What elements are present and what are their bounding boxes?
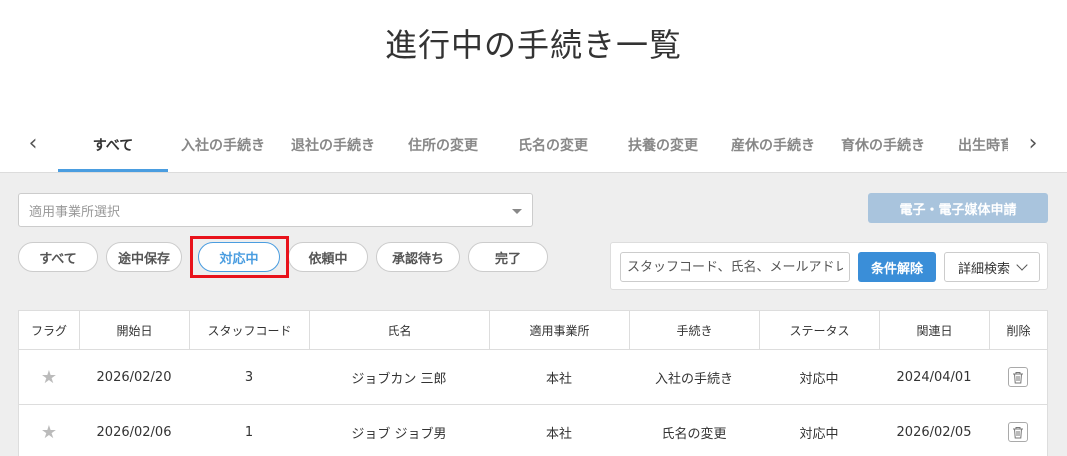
status-filter-all[interactable]: すべて xyxy=(18,242,98,272)
related-date-cell: 2026/02/05 xyxy=(896,424,972,440)
tab-birth-leave[interactable]: 出生時育休 xyxy=(938,118,1008,172)
status-filter-awaiting-approval[interactable]: 承認待ち xyxy=(376,242,460,272)
search-panel: 条件解除 詳細検索 xyxy=(610,242,1048,290)
procedure-cell: 入社の手続き xyxy=(654,371,733,387)
status-filter-requested[interactable]: 依頼中 xyxy=(288,242,368,272)
column-header: 削除 xyxy=(989,311,1047,349)
detail-search-button[interactable]: 詳細検索 xyxy=(944,252,1040,282)
trash-icon[interactable] xyxy=(1008,422,1028,442)
tab-leave[interactable]: 退社の手続き xyxy=(278,118,388,172)
name-cell: ジョブ ジョブ男 xyxy=(351,426,447,442)
column-header[interactable]: 手続き xyxy=(629,311,759,349)
delete-cell xyxy=(989,405,1047,456)
column-header[interactable]: スタッフコード xyxy=(189,311,309,349)
status-cell: 対応中 xyxy=(799,426,839,442)
procedure-table: フラグ 開始日 スタッフコード 氏名 適用事業所 手続き ステータス 関連日 削… xyxy=(18,310,1048,456)
name-cell: ジョブカン 三郎 xyxy=(351,371,447,387)
chevron-down-icon xyxy=(1016,259,1028,271)
tab-bar: ‹ すべて 入社の手続き 退社の手続き 住所の変更 氏名の変更 扶養の変更 産休… xyxy=(0,118,1067,172)
detail-search-label: 詳細検索 xyxy=(957,261,1010,277)
status-filter-complete[interactable]: 完了 xyxy=(468,242,548,272)
column-header[interactable]: 開始日 xyxy=(79,311,189,349)
tab-address-change[interactable]: 住所の変更 xyxy=(388,118,498,172)
page-title: 進行中の手続き一覧 xyxy=(384,26,682,64)
office-select[interactable]: 適用事業所選択 xyxy=(18,193,533,227)
delete-cell xyxy=(989,350,1047,404)
table-header: フラグ 開始日 スタッフコード 氏名 適用事業所 手続き ステータス 関連日 削… xyxy=(19,311,1047,349)
column-header[interactable]: ステータス xyxy=(759,311,879,349)
tab-all[interactable]: すべて xyxy=(58,118,168,172)
column-header[interactable]: 氏名 xyxy=(309,311,489,349)
trash-icon[interactable] xyxy=(1008,367,1028,387)
office-cell: 本社 xyxy=(545,426,572,442)
tab-dependent-change[interactable]: 扶養の変更 xyxy=(608,118,718,172)
column-header: フラグ xyxy=(30,323,67,338)
star-icon[interactable]: ★ xyxy=(41,422,57,443)
start-date-cell: 2026/02/06 xyxy=(96,424,172,440)
staff-code-cell: 1 xyxy=(244,424,254,440)
caret-down-icon xyxy=(512,209,522,214)
status-cell: 対応中 xyxy=(799,371,839,387)
status-filter-draft[interactable]: 途中保存 xyxy=(106,242,182,272)
clear-conditions-button[interactable]: 条件解除 xyxy=(858,252,936,282)
office-select-placeholder: 適用事業所選択 xyxy=(29,204,121,220)
staff-code-cell: 3 xyxy=(244,369,254,385)
related-date-cell: 2024/04/01 xyxy=(896,369,972,385)
tab-list: すべて 入社の手続き 退社の手続き 住所の変更 氏名の変更 扶養の変更 産休の手… xyxy=(58,118,1008,172)
chevron-left-icon[interactable]: ‹ xyxy=(18,128,48,158)
flag-cell: ★ xyxy=(19,405,79,456)
tab-maternity-leave[interactable]: 産休の手続き xyxy=(718,118,828,172)
column-header[interactable]: 関連日 xyxy=(879,311,989,349)
table-row[interactable]: ★ 2026/02/06 1 ジョブ ジョブ男 本社 氏名の変更 対応中 202… xyxy=(19,404,1047,456)
tab-name-change[interactable]: 氏名の変更 xyxy=(498,118,608,172)
search-input[interactable] xyxy=(620,252,850,282)
procedure-cell: 氏名の変更 xyxy=(661,426,727,442)
table-row[interactable]: ★ 2026/02/20 3 ジョブカン 三郎 本社 入社の手続き 対応中 20… xyxy=(19,349,1047,404)
column-header[interactable]: 適用事業所 xyxy=(489,311,629,349)
flag-cell: ★ xyxy=(19,350,79,404)
content-area: 適用事業所選択 電子・電子媒体申請 すべて 途中保存 対応中 依頼中 承認待ち … xyxy=(0,172,1067,456)
start-date-cell: 2026/02/20 xyxy=(96,369,172,385)
chevron-right-icon[interactable]: › xyxy=(1018,128,1048,158)
electronic-apply-button[interactable]: 電子・電子媒体申請 xyxy=(868,193,1048,223)
tab-hire[interactable]: 入社の手続き xyxy=(168,118,278,172)
tab-childcare-leave[interactable]: 育休の手続き xyxy=(828,118,938,172)
office-cell: 本社 xyxy=(545,371,572,387)
highlight-box xyxy=(190,236,289,278)
star-icon[interactable]: ★ xyxy=(41,367,57,388)
